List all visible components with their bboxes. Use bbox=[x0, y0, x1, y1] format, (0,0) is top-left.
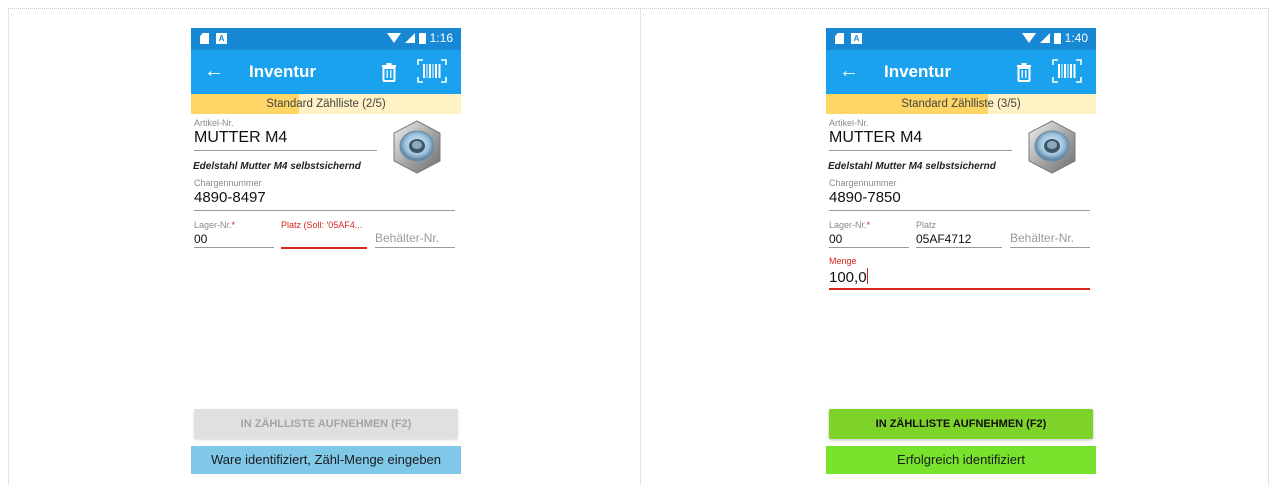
storage-number-label: Lager-Nr.* bbox=[194, 220, 236, 230]
battery-icon bbox=[1053, 32, 1061, 44]
back-arrow-icon[interactable]: ← bbox=[203, 60, 225, 82]
article-number-field[interactable]: MUTTER M4 bbox=[829, 129, 922, 147]
clock: 1:16 bbox=[429, 31, 453, 45]
article-number-label: Artikel-Nr. bbox=[829, 118, 869, 128]
batch-number-label: Chargennummer bbox=[194, 178, 262, 188]
place-label: Platz bbox=[916, 220, 937, 230]
signal-icon bbox=[404, 33, 415, 43]
batch-number-label: Chargennummer bbox=[829, 178, 897, 188]
article-description: Edelstahl Mutter M4 selbstsichernd bbox=[828, 161, 996, 172]
place-underline bbox=[916, 247, 1002, 248]
status-bar: A 1:40 bbox=[826, 28, 1096, 50]
storage-number-field[interactable]: 00 bbox=[194, 232, 207, 246]
storage-number-underline bbox=[829, 247, 909, 248]
app-bar: ← Inventur bbox=[191, 50, 461, 94]
batch-number-underline bbox=[829, 210, 1090, 211]
notification-icon: A bbox=[851, 33, 862, 44]
panel-divider bbox=[640, 8, 641, 485]
storage-number-underline bbox=[194, 247, 274, 248]
article-number-underline bbox=[829, 150, 1012, 151]
place-field[interactable]: 05AF4712 bbox=[916, 232, 971, 246]
article-number-underline bbox=[194, 150, 377, 151]
text-cursor bbox=[866, 268, 868, 284]
quantity-underline bbox=[829, 288, 1090, 290]
back-arrow-icon[interactable]: ← bbox=[838, 60, 860, 82]
notification-icon: A bbox=[216, 33, 227, 44]
batch-number-field[interactable]: 4890-7850 bbox=[829, 189, 901, 206]
container-number-field[interactable]: Behälter-Nr. bbox=[1010, 231, 1074, 245]
wifi-icon bbox=[1021, 33, 1036, 43]
battery-icon bbox=[418, 32, 426, 44]
article-number-field[interactable]: MUTTER M4 bbox=[194, 129, 287, 147]
container-number-field[interactable]: Behälter-Nr. bbox=[375, 231, 439, 245]
storage-number-label: Lager-Nr.* bbox=[829, 220, 871, 230]
article-description: Edelstahl Mutter M4 selbstsichernd bbox=[193, 161, 361, 172]
sd-card-icon bbox=[835, 33, 844, 44]
progress-label: Standard Zählliste (3/5) bbox=[901, 98, 1021, 110]
status-message: Erfolgreich identifiziert bbox=[826, 446, 1096, 474]
count-list-progress: Standard Zählliste (3/5) bbox=[826, 94, 1096, 114]
container-number-underline bbox=[1010, 247, 1090, 248]
add-to-count-list-button[interactable]: IN ZÄHLLISTE AUFNEHMEN (F2) bbox=[194, 409, 458, 439]
place-field[interactable] bbox=[281, 247, 367, 249]
phone-screen-2: A 1:40 ← Inventur Standard Zählliste (3/… bbox=[826, 28, 1096, 476]
place-label: Platz (Soll: '05AF4... bbox=[281, 220, 363, 230]
count-list-progress: Standard Zählliste (2/5) bbox=[191, 94, 461, 114]
container-number-underline bbox=[375, 247, 455, 248]
wifi-icon bbox=[386, 33, 401, 43]
batch-number-underline bbox=[194, 210, 455, 211]
trash-icon[interactable] bbox=[381, 62, 397, 82]
sd-card-icon bbox=[200, 33, 209, 44]
trash-icon[interactable] bbox=[1016, 62, 1032, 82]
batch-number-field[interactable]: 4890-8497 bbox=[194, 189, 266, 206]
clock: 1:40 bbox=[1064, 31, 1088, 45]
product-image bbox=[1028, 120, 1076, 174]
barcode-scan-icon[interactable] bbox=[417, 59, 447, 83]
app-title: Inventur bbox=[249, 62, 317, 81]
status-message: Ware identifiziert, Zähl-Menge eingeben bbox=[191, 446, 461, 474]
status-bar: A 1:16 bbox=[191, 28, 461, 50]
phone-screen-1: A 1:16 ← Inventur Standard Zählliste (2/… bbox=[191, 28, 461, 476]
product-image bbox=[393, 120, 441, 174]
app-title: Inventur bbox=[884, 62, 952, 81]
add-to-count-list-button[interactable]: IN ZÄHLLISTE AUFNEHMEN (F2) bbox=[829, 409, 1093, 439]
quantity-field[interactable]: 100,0 bbox=[829, 268, 868, 286]
article-number-label: Artikel-Nr. bbox=[194, 118, 234, 128]
app-bar: ← Inventur bbox=[826, 50, 1096, 94]
progress-label: Standard Zählliste (2/5) bbox=[266, 98, 386, 110]
storage-number-field[interactable]: 00 bbox=[829, 232, 842, 246]
signal-icon bbox=[1039, 33, 1050, 43]
barcode-scan-icon[interactable] bbox=[1052, 59, 1082, 83]
quantity-label: Menge bbox=[829, 256, 857, 266]
